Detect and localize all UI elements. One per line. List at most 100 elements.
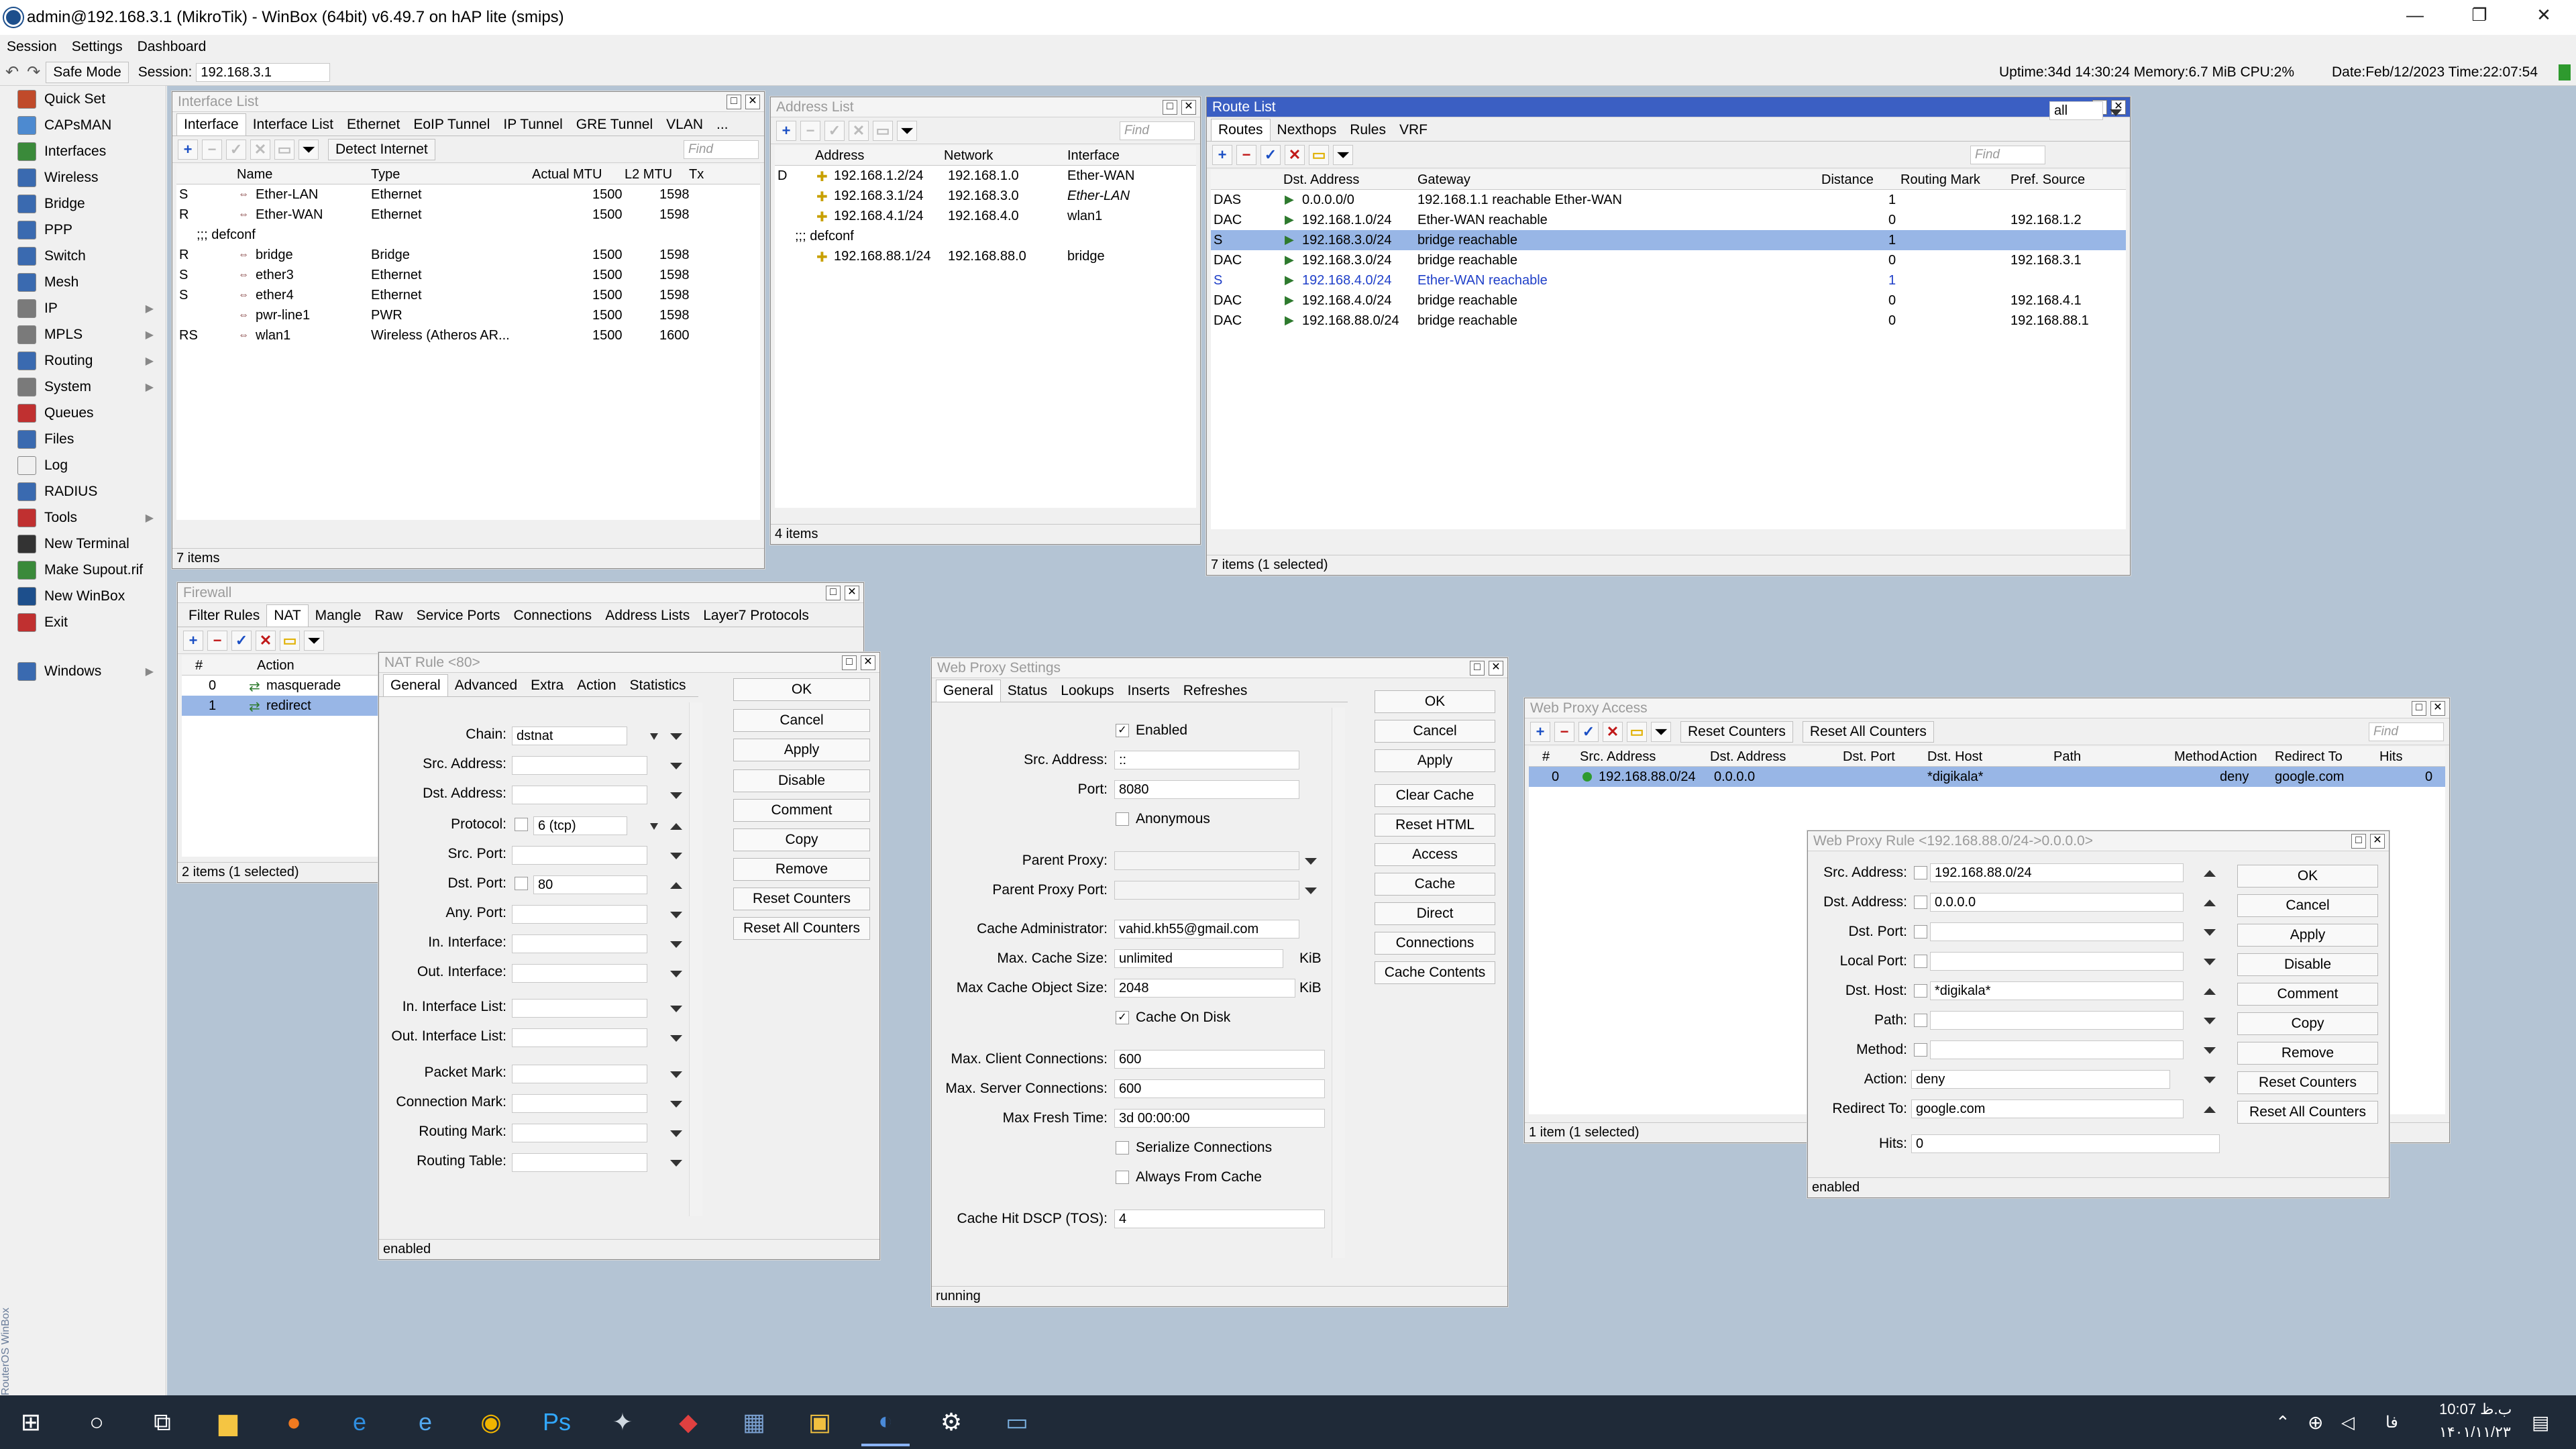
sidebar-item-mesh[interactable]: Mesh — [0, 269, 166, 295]
anydesk-icon[interactable]: ◆ — [664, 1398, 712, 1446]
tab-gre-tunnel[interactable]: GRE Tunnel — [570, 114, 659, 136]
chevron-icon[interactable] — [670, 1006, 682, 1012]
sidebar-item-tools[interactable]: Tools ▶ — [0, 504, 166, 531]
apply-button[interactable]: Apply — [2237, 924, 2378, 947]
add-icon[interactable]: + — [776, 120, 796, 141]
table-row[interactable]: DAC ▶ 192.168.1.0/24 Ether-WAN reachable 0 19… — [1211, 210, 2126, 230]
sidebar-item-log[interactable]: Log — [0, 452, 166, 478]
window-maximize-icon[interactable]: □ — [727, 95, 741, 109]
tab-advanced[interactable]: Advanced — [448, 675, 524, 696]
minimize-button[interactable]: — — [2388, 0, 2442, 32]
tab-ip-tunnel[interactable]: IP Tunnel — [496, 114, 569, 136]
window-maximize-icon[interactable]: □ — [2351, 834, 2366, 849]
sidebar-item-exit[interactable]: Exit — [0, 609, 166, 635]
sidebar-item-routing[interactable]: Routing ▶ — [0, 347, 166, 374]
tab-ethernet[interactable]: Ethernet — [340, 114, 407, 136]
chevron-icon[interactable] — [670, 1101, 682, 1108]
field-path[interactable] — [1930, 1011, 2184, 1030]
sidebar-item-files[interactable]: Files — [0, 426, 166, 452]
enable-icon[interactable]: ✓ — [1260, 144, 1281, 165]
enable-icon[interactable]: ✓ — [824, 120, 845, 141]
field-src-port[interactable] — [512, 846, 647, 865]
add-icon[interactable]: + — [1530, 721, 1550, 742]
tab-interface-list[interactable]: Interface List — [246, 114, 340, 136]
tab-statistics[interactable]: Statistics — [623, 675, 693, 696]
redo-icon[interactable]: ↷ — [27, 62, 40, 82]
chevron-icon[interactable] — [670, 1035, 682, 1042]
chevron-icon[interactable] — [670, 1071, 682, 1078]
chevron-icon[interactable] — [670, 941, 682, 948]
table-row[interactable]: DAC ▶ 192.168.3.0/24 bridge reachable 0 192.1… — [1211, 250, 2126, 270]
tab-inserts[interactable]: Inserts — [1121, 680, 1177, 702]
disable-button[interactable]: Disable — [733, 769, 870, 792]
window-close-icon[interactable]: ✕ — [1181, 100, 1196, 115]
photoshop-icon[interactable]: Ps — [533, 1398, 581, 1446]
max-cache-field[interactable]: unlimited — [1114, 949, 1283, 968]
table-row[interactable]: S ⇔ Ether-LAN Ethernet 1500 1598 — [176, 184, 760, 205]
apply-button[interactable]: Apply — [733, 739, 870, 761]
tab-nexthops[interactable]: Nexthops — [1271, 119, 1344, 141]
field-method[interactable] — [1930, 1040, 2184, 1059]
reset-html-button[interactable]: Reset HTML — [1375, 814, 1495, 837]
tab-refreshes[interactable]: Refreshes — [1177, 680, 1254, 702]
remove-button[interactable]: Remove — [733, 858, 870, 881]
tab-connections[interactable]: Connections — [506, 605, 598, 627]
sidebar-item-radius[interactable]: RADIUS — [0, 478, 166, 504]
table-row[interactable]: 0 192.168.88.0/24 0.0.0.0 *digikala* den… — [1529, 767, 2445, 787]
negate-checkbox[interactable] — [1914, 1014, 1927, 1027]
filter-icon[interactable]: ⏷ — [1333, 144, 1353, 165]
table-row[interactable]: ;;; defconf — [176, 225, 760, 245]
tab-address-lists[interactable]: Address Lists — [598, 605, 696, 627]
remove-icon[interactable]: − — [207, 630, 227, 651]
serialize-checkbox[interactable] — [1116, 1141, 1129, 1155]
tab-layer7-protocols[interactable]: Layer7 Protocols — [696, 605, 816, 627]
file-explorer-icon[interactable]: ▆ — [204, 1398, 252, 1446]
web-proxy-scrollbar[interactable] — [1332, 708, 1345, 1258]
client-connections-field[interactable]: 600 — [1114, 1050, 1325, 1069]
sidebar-item-wireless[interactable]: Wireless — [0, 164, 166, 191]
sidebar-item-ip[interactable]: IP ▶ — [0, 295, 166, 321]
parent-proxy-field[interactable] — [1114, 851, 1299, 870]
field-packet-mark[interactable] — [512, 1065, 647, 1083]
clear-cache-button[interactable]: Clear Cache — [1375, 784, 1495, 807]
chevron-icon[interactable] — [670, 823, 682, 830]
chevron-down-icon[interactable] — [1305, 888, 1317, 894]
globe-icon[interactable]: ⊕ — [2308, 1411, 2323, 1434]
always-from-cache-checkbox[interactable] — [1116, 1171, 1129, 1184]
window-maximize-icon[interactable]: □ — [2412, 701, 2426, 716]
field-protocol[interactable]: 6 (tcp) — [533, 816, 627, 835]
tab-status[interactable]: Status — [1001, 680, 1055, 702]
window-close-icon[interactable]: ✕ — [861, 655, 875, 670]
add-icon[interactable]: + — [178, 139, 198, 160]
ok-button[interactable]: OK — [733, 678, 870, 701]
tab-interface[interactable]: Interface — [176, 113, 246, 136]
field-in-interface[interactable] — [512, 934, 647, 953]
sidebar-item-queues[interactable]: Queues — [0, 400, 166, 426]
tab-action[interactable]: Action — [570, 675, 623, 696]
max-object-field[interactable]: 2048 — [1114, 979, 1295, 998]
cancel-button[interactable]: Cancel — [2237, 894, 2378, 917]
window-maximize-icon[interactable]: □ — [842, 655, 857, 670]
window-maximize-icon[interactable]: □ — [1470, 661, 1485, 676]
sidebar-item-make-supout-rif[interactable]: Make Supout.rif — [0, 557, 166, 583]
sidebar-item-bridge[interactable]: Bridge — [0, 191, 166, 217]
remove-button[interactable]: Remove — [2237, 1042, 2378, 1065]
find-input[interactable]: Find — [1120, 121, 1195, 140]
tab-vlan[interactable]: VLAN — [659, 114, 710, 136]
chevron-icon[interactable] — [670, 853, 682, 859]
edge-icon[interactable]: e — [335, 1398, 384, 1446]
chevron-icon[interactable] — [2204, 959, 2216, 965]
find-input[interactable]: Find — [1970, 145, 2045, 164]
chevron-icon[interactable] — [670, 1130, 682, 1137]
apply-button[interactable]: Apply — [1375, 749, 1495, 772]
max-fresh-time-field[interactable]: 3d 00:00:00 — [1114, 1109, 1325, 1128]
table-row[interactable]: S ⇔ ether3 Ethernet 1500 1598 — [176, 265, 760, 285]
enable-icon[interactable]: ✓ — [231, 630, 252, 651]
add-icon[interactable]: + — [1212, 144, 1232, 165]
field-out-interface-list[interactable] — [512, 1028, 647, 1047]
notifications-icon[interactable]: ▤ — [2532, 1411, 2549, 1434]
undo-icon[interactable]: ↶ — [5, 62, 19, 82]
field-dst-host[interactable]: *digikala* — [1930, 981, 2184, 1000]
volume-icon[interactable]: ◁ — [2341, 1412, 2355, 1433]
negate-checkbox[interactable] — [1914, 925, 1927, 938]
